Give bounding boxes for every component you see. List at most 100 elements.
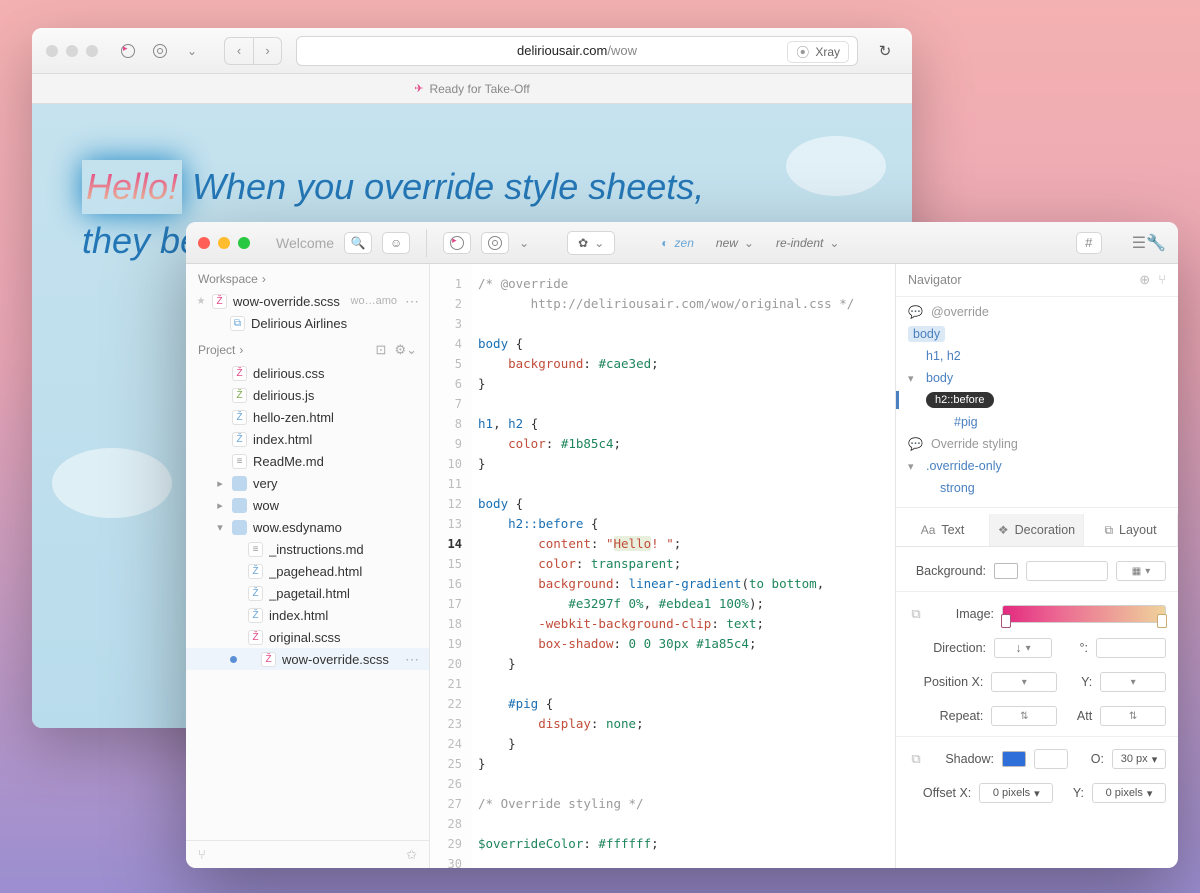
target-icon[interactable] <box>148 39 172 63</box>
workspace-header[interactable]: Workspace› <box>186 264 429 290</box>
offsetx-field[interactable]: 0 pixels▾ <box>979 783 1053 803</box>
code-content[interactable]: /* @override http://deliriousair.com/wow… <box>472 264 895 868</box>
direction-deg-field[interactable] <box>1096 638 1166 658</box>
shadow-field[interactable] <box>1034 749 1068 769</box>
decoration-icon: ❖ <box>998 523 1009 537</box>
disclosure-icon[interactable]: ▾ <box>214 521 226 534</box>
sidebar-item-wow-override-scss[interactable]: ★Žwow-override.scsswo…amo⋯ <box>186 290 429 312</box>
navigator-item[interactable]: body <box>896 323 1178 345</box>
file-icon: Ž <box>212 294 227 309</box>
disclosure-icon[interactable]: ▸ <box>214 499 226 512</box>
sidebar-item-_pagehead-html[interactable]: Ž_pagehead.html <box>186 560 429 582</box>
tab-text[interactable]: AaText <box>896 514 990 546</box>
more-icon[interactable]: ⋯ <box>405 651 419 668</box>
sidebar-item-delirious-css[interactable]: Ždelirious.css <box>186 362 429 384</box>
more-icon[interactable]: ⋯ <box>405 293 419 310</box>
background-field[interactable] <box>1026 561 1108 581</box>
duplicate-icon[interactable]: ⧉ <box>908 606 924 622</box>
sidebar-item-delirious-airlines[interactable]: ⧉Delirious Airlines <box>186 312 429 334</box>
layout-icon: ⧉ <box>1104 523 1113 538</box>
file-icon: Ž <box>248 586 263 601</box>
sidebar-item-delirious-js[interactable]: Ždelirious.js <box>186 384 429 406</box>
disclosure-icon[interactable]: ▾ <box>908 372 918 385</box>
url-host: deliriousair.com <box>517 43 607 58</box>
code-editor[interactable]: 1234567891011121314151617181920212223242… <box>430 264 896 868</box>
project-header[interactable]: Project› ⊡⚙⌄ <box>186 334 429 362</box>
sidebar-item-_instructions-md[interactable]: ≡_instructions.md <box>186 538 429 560</box>
sidebar-item-original-scss[interactable]: Žoriginal.scss <box>186 626 429 648</box>
navigator-item[interactable]: ▾.override-only <box>896 455 1178 477</box>
att-select[interactable]: ⇅ <box>1100 706 1166 726</box>
gear-dropdown[interactable]: ✿⌄ <box>567 231 615 255</box>
add-icon[interactable]: ⊕ <box>1139 272 1150 288</box>
offsety-field[interactable]: 0 pixels▾ <box>1092 783 1166 803</box>
sidebar-item-readme-md[interactable]: ≡ReadMe.md <box>186 450 429 472</box>
reindent-dropdown[interactable]: re-indent⌄ <box>770 231 845 255</box>
face-icon[interactable]: ☺ <box>382 232 410 254</box>
star-icon[interactable]: ✩ <box>406 847 417 863</box>
hash-button[interactable]: # <box>1076 232 1102 254</box>
search-icon[interactable]: 🔍 <box>344 232 372 254</box>
decoration-panel: Background: ▦▾ ⧉ Image: Direction: ↓▾ °: <box>896 547 1178 813</box>
reload-button[interactable]: ↻ <box>872 38 898 64</box>
gradient-bar[interactable] <box>1002 605 1166 623</box>
direction-select[interactable]: ↓▾ <box>994 638 1052 658</box>
file-icon: Ž <box>248 608 263 623</box>
tab-layout[interactable]: ⧉Layout <box>1084 514 1178 546</box>
repeat-select[interactable]: ⇅ <box>991 706 1057 726</box>
navigator-item[interactable]: strong <box>896 477 1178 499</box>
posx-select[interactable]: ▾ <box>991 672 1057 692</box>
line-gutter: 1234567891011121314151617181920212223242… <box>430 264 472 868</box>
browser-tabbar[interactable]: ✈ Ready for Take-Off <box>32 74 912 104</box>
background-picker[interactable]: ▦▾ <box>1116 561 1166 581</box>
shadow-size-field[interactable]: 30 px▾ <box>1112 749 1166 769</box>
traffic-lights[interactable] <box>198 237 250 249</box>
disclosure-icon[interactable]: ▾ <box>908 460 918 473</box>
traffic-lights[interactable] <box>46 45 98 57</box>
sidebar-item-wow-override-scss[interactable]: Žwow-override.scss⋯ <box>186 648 429 670</box>
disclosure-icon[interactable]: ▸ <box>214 477 226 490</box>
compass-icon[interactable] <box>443 232 471 254</box>
project-tool-icon[interactable]: ⊡ <box>376 342 387 358</box>
navigator-item[interactable]: 💬@override <box>896 301 1178 323</box>
sidebar-item-wow[interactable]: ▸ wow <box>186 494 429 516</box>
compass-icon[interactable] <box>116 39 140 63</box>
sidebar-item-index-html[interactable]: Žindex.html <box>186 428 429 450</box>
window-title: Welcome <box>276 235 334 251</box>
headline-hello: Hello! <box>82 160 182 214</box>
file-icon: Ž <box>232 410 247 425</box>
project-gear-icon[interactable]: ⚙⌄ <box>394 342 417 358</box>
sidebar-item-hello-zen-html[interactable]: Žhello-zen.html <box>186 406 429 428</box>
xray-button[interactable]: ⦿Xray <box>787 41 849 63</box>
sidebar-item-_pagetail-html[interactable]: Ž_pagetail.html <box>186 582 429 604</box>
settings-icon[interactable]: ☰🔧 <box>1132 233 1166 253</box>
sidebar-item-wow-esdynamo[interactable]: ▾ wow.esdynamo <box>186 516 429 538</box>
nav-buttons: ‹ › <box>224 37 282 65</box>
sidebar-item-index-html[interactable]: Žindex.html <box>186 604 429 626</box>
filter-icon[interactable]: ⑂ <box>1158 272 1166 288</box>
rocket-icon: ✈ <box>414 82 423 95</box>
navigator-item[interactable]: #pig <box>896 411 1178 433</box>
cloud-decoration <box>786 136 886 196</box>
forward-button[interactable]: › <box>253 38 281 64</box>
sidebar-item-very[interactable]: ▸ very <box>186 472 429 494</box>
duplicate-icon[interactable]: ⧉ <box>908 751 924 767</box>
chevron-down-icon[interactable]: ⌄ <box>519 236 529 250</box>
back-button[interactable]: ‹ <box>225 38 253 64</box>
filter-icon[interactable]: ⑂ <box>198 847 206 862</box>
url-path: /wow <box>607 43 637 58</box>
target-icon[interactable] <box>481 232 509 254</box>
navigator-item[interactable]: h2::before <box>896 389 1178 411</box>
zen-button[interactable]: ◐zen <box>655 231 700 255</box>
posy-select[interactable]: ▾ <box>1100 672 1166 692</box>
new-dropdown[interactable]: new⌄ <box>710 231 760 255</box>
file-icon: Ž <box>232 366 247 381</box>
shadow-swatch[interactable] <box>1002 751 1026 767</box>
background-swatch[interactable] <box>994 563 1018 579</box>
navigator-item[interactable]: h1, h2 <box>896 345 1178 367</box>
navigator-item[interactable]: ▾body <box>896 367 1178 389</box>
chevron-down-icon[interactable]: ⌄ <box>180 39 204 63</box>
url-bar[interactable]: deliriousair.com/wow ⦿Xray <box>296 36 858 66</box>
tab-decoration[interactable]: ❖Decoration <box>990 514 1084 546</box>
navigator-item[interactable]: 💬Override styling <box>896 433 1178 455</box>
